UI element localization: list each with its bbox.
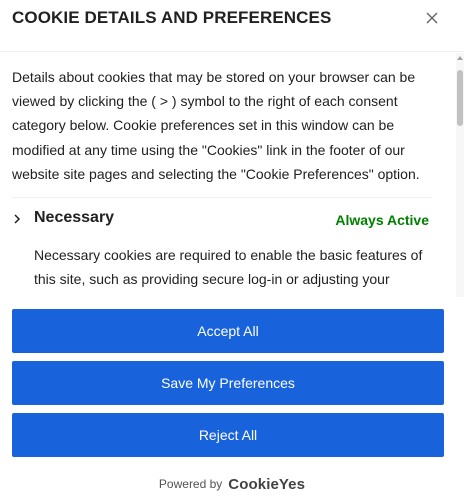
powered-by-label: Powered by <box>158 477 223 491</box>
modal-header: COOKIE DETAILS AND PREFERENCES <box>0 0 464 52</box>
always-active-label: Always Active <box>335 212 429 228</box>
chevron-right-icon <box>12 213 22 225</box>
section-divider <box>12 197 432 198</box>
close-button[interactable] <box>422 8 442 28</box>
modal-title: COOKIE DETAILS AND PREFERENCES <box>12 8 332 27</box>
accept-all-button[interactable]: Accept All <box>12 309 444 353</box>
save-preferences-button[interactable]: Save My Preferences <box>12 361 444 405</box>
action-buttons: Accept All Save My Preferences Reject Al… <box>0 297 464 467</box>
scrollbar-thumb[interactable] <box>457 70 463 126</box>
category-title: Necessary <box>34 209 115 226</box>
cookie-preferences-modal: COOKIE DETAILS AND PREFERENCES Details a… <box>0 0 464 500</box>
close-icon <box>426 12 438 24</box>
powered-by: Powered by CookieYes <box>0 473 464 495</box>
accordion-necessary[interactable]: Necessary Always Active <box>12 205 432 233</box>
intro-text: Details about cookies that may be stored… <box>12 69 420 182</box>
category-description: Necessary cookies are required to enable… <box>34 247 423 288</box>
reject-all-button[interactable]: Reject All <box>12 413 444 457</box>
scroll-up-arrow-icon[interactable] <box>457 56 463 60</box>
cookieyes-logo[interactable]: CookieYes <box>228 476 305 493</box>
preference-content[interactable]: Details about cookies that may be stored… <box>0 53 464 297</box>
